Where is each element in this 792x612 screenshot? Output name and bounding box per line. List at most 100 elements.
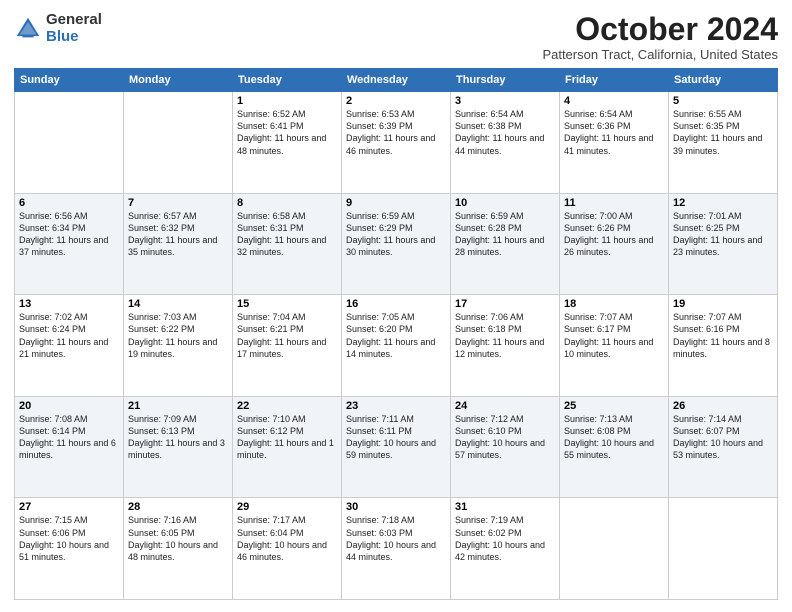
calendar-cell: 5Sunrise: 6:55 AM Sunset: 6:35 PM Daylig…: [669, 92, 778, 194]
calendar-cell: 17Sunrise: 7:06 AM Sunset: 6:18 PM Dayli…: [451, 295, 560, 397]
day-info: Sunrise: 6:54 AM Sunset: 6:38 PM Dayligh…: [455, 108, 555, 157]
day-info: Sunrise: 7:09 AM Sunset: 6:13 PM Dayligh…: [128, 413, 228, 462]
calendar-week-5: 27Sunrise: 7:15 AM Sunset: 6:06 PM Dayli…: [15, 498, 778, 600]
day-info: Sunrise: 7:19 AM Sunset: 6:02 PM Dayligh…: [455, 514, 555, 563]
calendar-cell: 4Sunrise: 6:54 AM Sunset: 6:36 PM Daylig…: [560, 92, 669, 194]
day-number: 14: [128, 298, 228, 310]
title-block: October 2024 Patterson Tract, California…: [542, 12, 778, 62]
day-number: 9: [346, 197, 446, 209]
day-info: Sunrise: 7:13 AM Sunset: 6:08 PM Dayligh…: [564, 413, 664, 462]
col-sunday: Sunday: [15, 69, 124, 92]
day-number: 8: [237, 197, 337, 209]
day-info: Sunrise: 6:58 AM Sunset: 6:31 PM Dayligh…: [237, 210, 337, 259]
day-info: Sunrise: 7:15 AM Sunset: 6:06 PM Dayligh…: [19, 514, 119, 563]
calendar-cell: 15Sunrise: 7:04 AM Sunset: 6:21 PM Dayli…: [233, 295, 342, 397]
day-number: 10: [455, 197, 555, 209]
day-info: Sunrise: 7:06 AM Sunset: 6:18 PM Dayligh…: [455, 311, 555, 360]
day-number: 4: [564, 95, 664, 107]
calendar-cell: 31Sunrise: 7:19 AM Sunset: 6:02 PM Dayli…: [451, 498, 560, 600]
day-info: Sunrise: 7:14 AM Sunset: 6:07 PM Dayligh…: [673, 413, 773, 462]
calendar-cell: 29Sunrise: 7:17 AM Sunset: 6:04 PM Dayli…: [233, 498, 342, 600]
day-number: 22: [237, 400, 337, 412]
day-info: Sunrise: 6:59 AM Sunset: 6:28 PM Dayligh…: [455, 210, 555, 259]
calendar-cell: [669, 498, 778, 600]
day-number: 27: [19, 501, 119, 513]
calendar-cell: 9Sunrise: 6:59 AM Sunset: 6:29 PM Daylig…: [342, 193, 451, 295]
day-info: Sunrise: 7:04 AM Sunset: 6:21 PM Dayligh…: [237, 311, 337, 360]
day-number: 19: [673, 298, 773, 310]
day-info: Sunrise: 6:53 AM Sunset: 6:39 PM Dayligh…: [346, 108, 446, 157]
day-number: 1: [237, 95, 337, 107]
calendar-cell: 25Sunrise: 7:13 AM Sunset: 6:08 PM Dayli…: [560, 396, 669, 498]
day-info: Sunrise: 7:01 AM Sunset: 6:25 PM Dayligh…: [673, 210, 773, 259]
day-info: Sunrise: 6:57 AM Sunset: 6:32 PM Dayligh…: [128, 210, 228, 259]
day-number: 23: [346, 400, 446, 412]
day-info: Sunrise: 6:59 AM Sunset: 6:29 PM Dayligh…: [346, 210, 446, 259]
col-tuesday: Tuesday: [233, 69, 342, 92]
day-info: Sunrise: 7:08 AM Sunset: 6:14 PM Dayligh…: [19, 413, 119, 462]
day-number: 16: [346, 298, 446, 310]
day-number: 18: [564, 298, 664, 310]
day-number: 20: [19, 400, 119, 412]
calendar-cell: [560, 498, 669, 600]
col-thursday: Thursday: [451, 69, 560, 92]
logo-icon: [14, 15, 42, 43]
calendar-week-3: 13Sunrise: 7:02 AM Sunset: 6:24 PM Dayli…: [15, 295, 778, 397]
day-number: 12: [673, 197, 773, 209]
calendar-cell: 21Sunrise: 7:09 AM Sunset: 6:13 PM Dayli…: [124, 396, 233, 498]
col-saturday: Saturday: [669, 69, 778, 92]
logo-blue: Blue: [46, 29, 102, 46]
calendar-cell: 20Sunrise: 7:08 AM Sunset: 6:14 PM Dayli…: [15, 396, 124, 498]
calendar-cell: 26Sunrise: 7:14 AM Sunset: 6:07 PM Dayli…: [669, 396, 778, 498]
col-monday: Monday: [124, 69, 233, 92]
day-number: 5: [673, 95, 773, 107]
day-info: Sunrise: 7:00 AM Sunset: 6:26 PM Dayligh…: [564, 210, 664, 259]
day-number: 2: [346, 95, 446, 107]
day-number: 30: [346, 501, 446, 513]
calendar-cell: 30Sunrise: 7:18 AM Sunset: 6:03 PM Dayli…: [342, 498, 451, 600]
month-title: October 2024: [542, 12, 778, 47]
calendar-week-4: 20Sunrise: 7:08 AM Sunset: 6:14 PM Dayli…: [15, 396, 778, 498]
calendar-cell: 10Sunrise: 6:59 AM Sunset: 6:28 PM Dayli…: [451, 193, 560, 295]
calendar-cell: 24Sunrise: 7:12 AM Sunset: 6:10 PM Dayli…: [451, 396, 560, 498]
logo: General Blue: [14, 12, 102, 45]
calendar-cell: 12Sunrise: 7:01 AM Sunset: 6:25 PM Dayli…: [669, 193, 778, 295]
day-number: 7: [128, 197, 228, 209]
calendar-cell: 6Sunrise: 6:56 AM Sunset: 6:34 PM Daylig…: [15, 193, 124, 295]
day-info: Sunrise: 7:17 AM Sunset: 6:04 PM Dayligh…: [237, 514, 337, 563]
day-number: 6: [19, 197, 119, 209]
calendar-cell: 3Sunrise: 6:54 AM Sunset: 6:38 PM Daylig…: [451, 92, 560, 194]
calendar-cell: [124, 92, 233, 194]
day-info: Sunrise: 6:54 AM Sunset: 6:36 PM Dayligh…: [564, 108, 664, 157]
day-number: 11: [564, 197, 664, 209]
day-number: 15: [237, 298, 337, 310]
calendar-cell: 16Sunrise: 7:05 AM Sunset: 6:20 PM Dayli…: [342, 295, 451, 397]
calendar-week-1: 1Sunrise: 6:52 AM Sunset: 6:41 PM Daylig…: [15, 92, 778, 194]
calendar-cell: 22Sunrise: 7:10 AM Sunset: 6:12 PM Dayli…: [233, 396, 342, 498]
calendar-cell: 11Sunrise: 7:00 AM Sunset: 6:26 PM Dayli…: [560, 193, 669, 295]
day-number: 21: [128, 400, 228, 412]
calendar-cell: 28Sunrise: 7:16 AM Sunset: 6:05 PM Dayli…: [124, 498, 233, 600]
day-info: Sunrise: 6:56 AM Sunset: 6:34 PM Dayligh…: [19, 210, 119, 259]
calendar-cell: 1Sunrise: 6:52 AM Sunset: 6:41 PM Daylig…: [233, 92, 342, 194]
location: Patterson Tract, California, United Stat…: [542, 47, 778, 62]
header: General Blue October 2024 Patterson Trac…: [14, 12, 778, 62]
day-info: Sunrise: 7:07 AM Sunset: 6:17 PM Dayligh…: [564, 311, 664, 360]
logo-text: General Blue: [46, 12, 102, 45]
day-info: Sunrise: 6:55 AM Sunset: 6:35 PM Dayligh…: [673, 108, 773, 157]
day-number: 3: [455, 95, 555, 107]
col-wednesday: Wednesday: [342, 69, 451, 92]
day-info: Sunrise: 7:05 AM Sunset: 6:20 PM Dayligh…: [346, 311, 446, 360]
calendar-cell: 18Sunrise: 7:07 AM Sunset: 6:17 PM Dayli…: [560, 295, 669, 397]
day-number: 17: [455, 298, 555, 310]
page: General Blue October 2024 Patterson Trac…: [0, 0, 792, 612]
day-info: Sunrise: 7:16 AM Sunset: 6:05 PM Dayligh…: [128, 514, 228, 563]
calendar-cell: 8Sunrise: 6:58 AM Sunset: 6:31 PM Daylig…: [233, 193, 342, 295]
calendar-cell: 19Sunrise: 7:07 AM Sunset: 6:16 PM Dayli…: [669, 295, 778, 397]
calendar-cell: 7Sunrise: 6:57 AM Sunset: 6:32 PM Daylig…: [124, 193, 233, 295]
day-info: Sunrise: 7:07 AM Sunset: 6:16 PM Dayligh…: [673, 311, 773, 360]
calendar-cell: 2Sunrise: 6:53 AM Sunset: 6:39 PM Daylig…: [342, 92, 451, 194]
calendar-cell: [15, 92, 124, 194]
day-info: Sunrise: 7:10 AM Sunset: 6:12 PM Dayligh…: [237, 413, 337, 462]
calendar-cell: 27Sunrise: 7:15 AM Sunset: 6:06 PM Dayli…: [15, 498, 124, 600]
